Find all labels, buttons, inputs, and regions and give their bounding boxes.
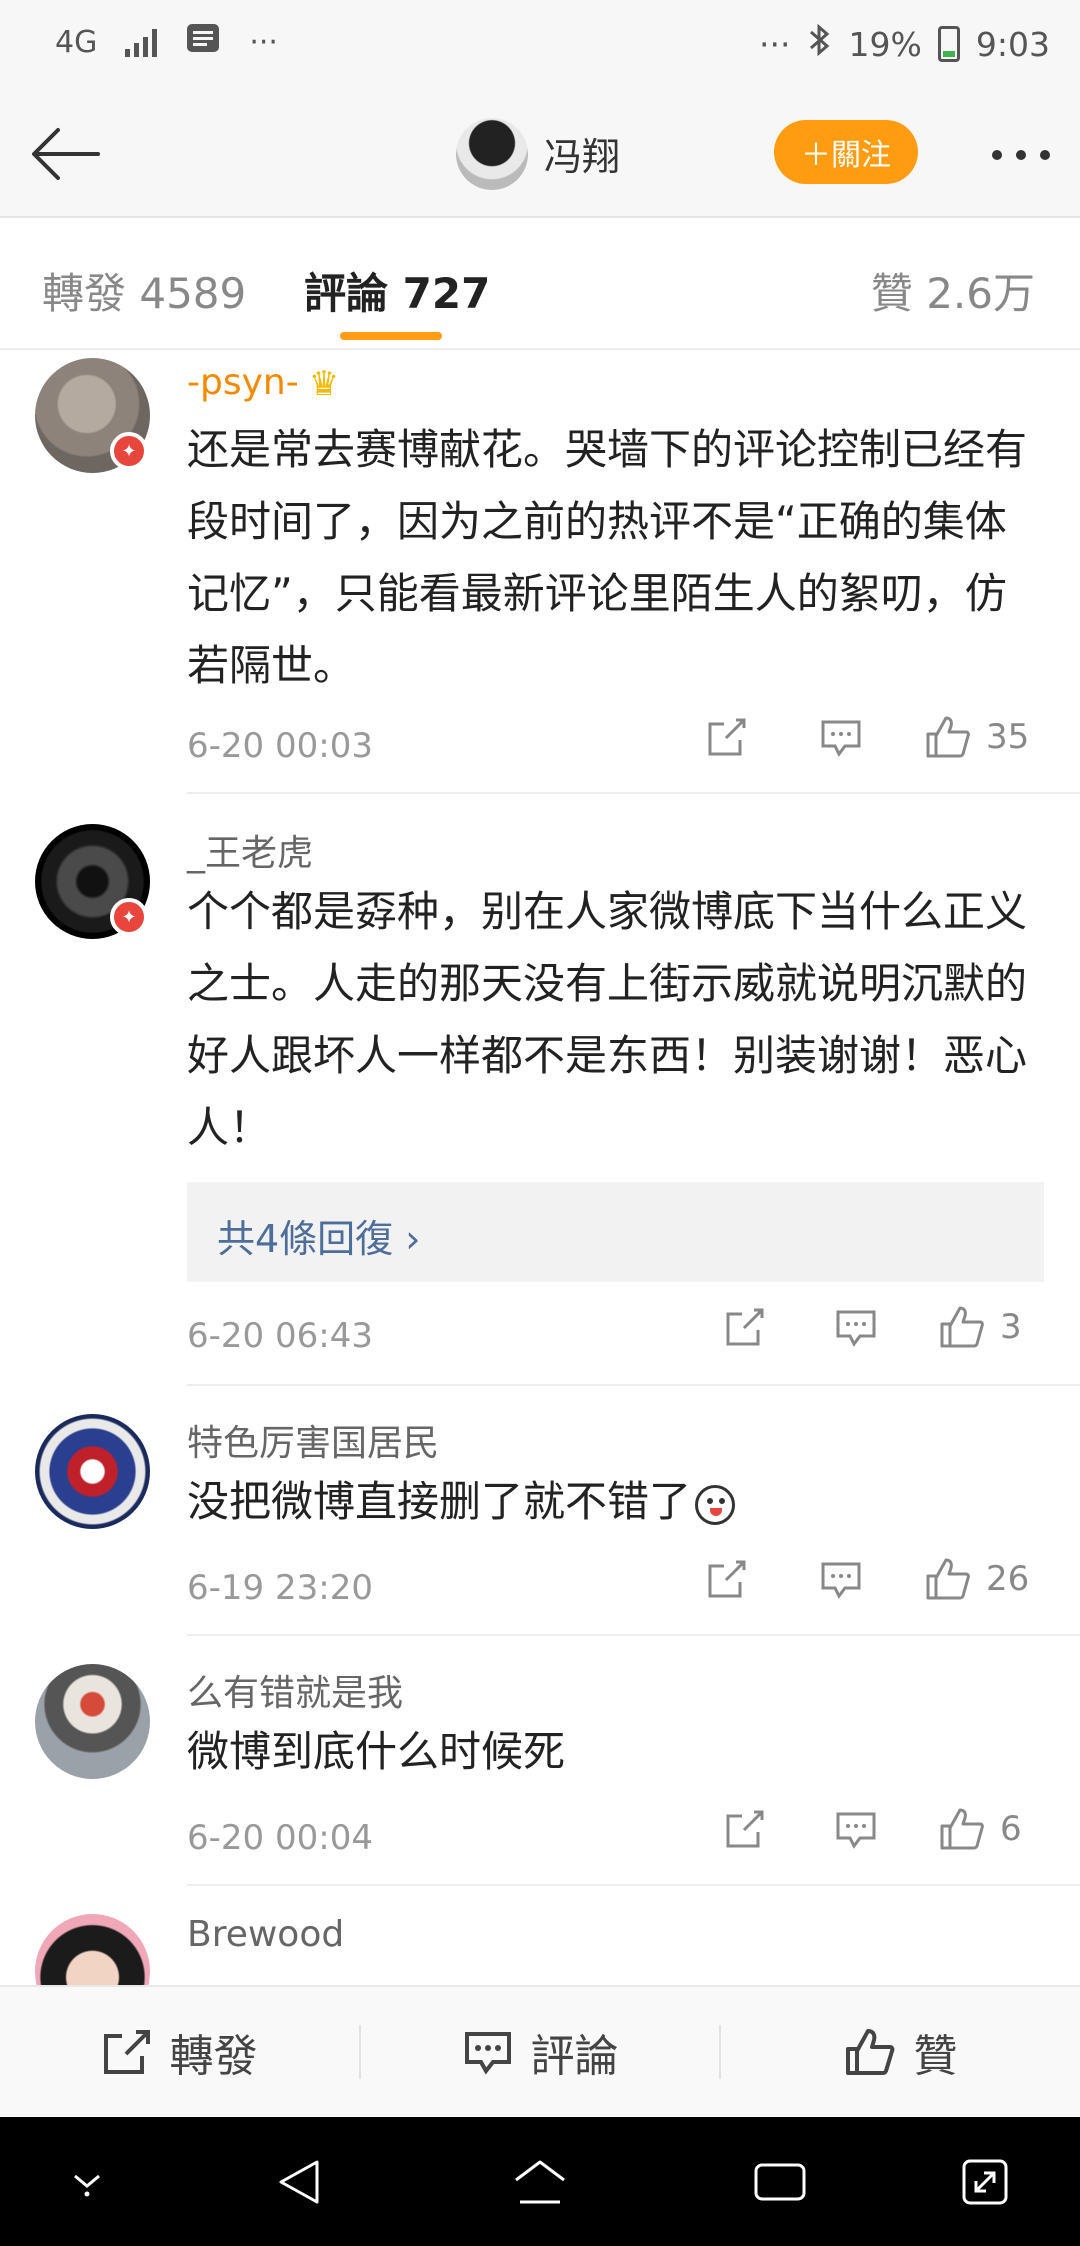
commenter-name[interactable]: Brewood: [187, 1914, 344, 1955]
tab-comments[interactable]: 評論 727: [304, 260, 490, 321]
more-notifications-icon: ···: [249, 24, 278, 60]
share-icon[interactable]: [704, 716, 750, 758]
commenter-name[interactable]: -psyn- ♛: [187, 362, 339, 404]
expand-icon[interactable]: [950, 2147, 1020, 2217]
user-avatar[interactable]: [456, 118, 528, 190]
divider: [187, 1634, 1080, 1636]
repost-label: 轉發: [169, 2031, 258, 2082]
comment-actions: 35: [704, 714, 1044, 760]
repost-button[interactable]: 轉發: [0, 1987, 359, 2117]
like-button[interactable]: 6: [938, 1806, 1046, 1852]
replies-box[interactable]: 共4條回復 ›: [187, 1182, 1044, 1282]
comment-text: 没把微博直接删了就不错了: [187, 1466, 1047, 1538]
like-count: 3: [1000, 1307, 1022, 1347]
top-nav: 冯翔 ＋關注: [0, 92, 1080, 218]
signal-icon: [125, 27, 158, 57]
share-icon[interactable]: [724, 1808, 766, 1850]
reply-icon[interactable]: [834, 1306, 878, 1348]
reply-icon[interactable]: [834, 1808, 878, 1850]
back-nav-icon[interactable]: [264, 2147, 334, 2217]
like-button[interactable]: 26: [924, 1556, 1032, 1602]
comment-actions: 3: [724, 1304, 1040, 1350]
like-button[interactable]: 3: [938, 1304, 1046, 1350]
notification-icon: [185, 22, 221, 62]
tab-repost[interactable]: 轉發 4589: [42, 260, 246, 321]
bluetooth-icon: [807, 22, 833, 66]
battery-percent: 19%: [848, 24, 922, 64]
more-status-icon: ···: [759, 24, 791, 64]
comment-text: 还是常去赛博献花。哭墙下的评论控制已经有段时间了，因为之前的热评不是“正确的集体…: [187, 425, 1028, 690]
commenter-name[interactable]: 特色厉害国居民: [187, 1414, 439, 1466]
divider: [187, 1384, 1080, 1386]
view-replies-link[interactable]: 共4條回復 ›: [217, 1208, 420, 1263]
commenter-avatar[interactable]: [35, 1414, 150, 1529]
share-icon[interactable]: [704, 1558, 750, 1600]
comment-time: 6-20 00:04: [187, 1818, 373, 1858]
like-button[interactable]: 35: [924, 714, 1032, 760]
like-count: 26: [986, 1559, 1030, 1599]
reply-icon[interactable]: [818, 716, 864, 758]
follow-button[interactable]: ＋關注: [774, 120, 918, 184]
like-count: 35: [986, 717, 1030, 757]
reply-icon[interactable]: [818, 1558, 864, 1600]
clock: 9:03: [975, 24, 1050, 64]
bottom-action-bar: 轉發 評論 贊: [0, 1985, 1080, 2117]
comment-actions: 6: [724, 1806, 1040, 1852]
battery-icon: [937, 26, 960, 62]
active-tab-indicator: [340, 332, 442, 340]
divider: [187, 792, 1080, 794]
comment-text: 微博到底什么时候死: [187, 1727, 566, 1776]
crown-icon: ♛: [308, 364, 340, 404]
commenter-avatar[interactable]: [35, 1664, 150, 1779]
system-nav-bar: [0, 2117, 1080, 2246]
comment-text: 个个都是孬种，别在人家微博底下当什么正义之士。人走的那天没有上街示威就说明沉默的…: [187, 887, 1028, 1152]
comment-time: 6-20 00:03: [187, 726, 373, 766]
tab-likes[interactable]: 贊 2.6万: [871, 260, 1035, 321]
commenter-name[interactable]: _王老虎: [187, 824, 313, 876]
like-count: 6: [1000, 1809, 1022, 1849]
comment-time: 6-19 23:20: [187, 1568, 373, 1608]
hide-keyboard-icon[interactable]: [52, 2147, 122, 2217]
commenter-name[interactable]: 么有错就是我: [187, 1664, 403, 1716]
status-bar: 4G ··· ··· 19% 9:03: [0, 0, 1080, 92]
comment-actions: 26: [704, 1556, 1044, 1602]
comment-time: 6-20 06:43: [187, 1316, 373, 1356]
home-nav-icon[interactable]: [505, 2147, 575, 2217]
network-indicator: 4G: [55, 24, 98, 60]
comment-button[interactable]: 評論: [361, 1987, 720, 2117]
like-post-button[interactable]: 贊: [721, 1987, 1080, 2117]
divider: [187, 1884, 1080, 1886]
recents-nav-icon[interactable]: [745, 2147, 815, 2217]
user-name[interactable]: 冯翔: [544, 126, 620, 181]
commenter-name-text[interactable]: -psyn-: [187, 362, 299, 403]
back-arrow-icon[interactable]: [28, 122, 104, 186]
share-icon[interactable]: [724, 1306, 766, 1348]
comment-label: 評論: [530, 2031, 619, 2082]
tab-bar: 轉發 4589 評論 727 贊 2.6万: [0, 218, 1080, 350]
like-label: 贊: [913, 2031, 958, 2082]
more-options-icon[interactable]: [992, 150, 1050, 160]
verified-badge-icon: ✦: [110, 898, 148, 936]
comment-text-content: 没把微博直接删了就不错了: [187, 1477, 692, 1526]
verified-badge-icon: ✦: [110, 432, 148, 470]
emoji-icon: [695, 1484, 736, 1525]
